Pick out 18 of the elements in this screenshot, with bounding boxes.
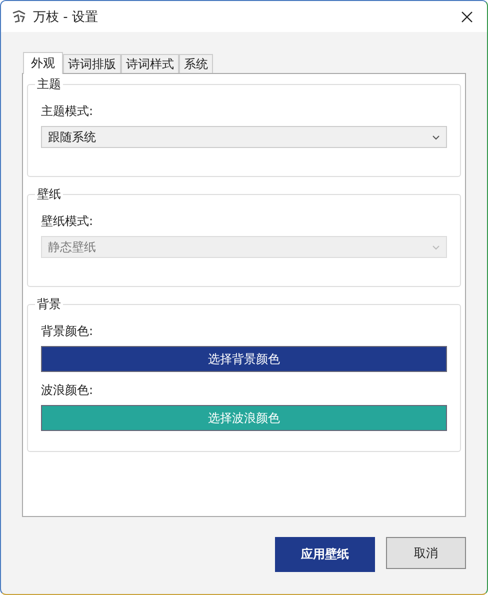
cancel-button[interactable]: 取消 [386,537,466,569]
color-picker-button[interactable]: 选择背景颜色 [41,346,447,372]
app-logo-icon [11,8,27,24]
window-title: 万枝 - 设置 [33,8,99,26]
tab[interactable]: 诗词排版 [63,54,121,73]
tab[interactable]: 外观 [23,52,63,74]
apply-button[interactable]: 应用壁纸 [275,537,375,572]
field-label: 主题模式: [41,103,94,120]
field-label: 壁纸模式: [41,213,94,230]
field-label: 背景颜色: [41,323,94,340]
caret-icon [432,244,440,250]
tab[interactable]: 诗词样式 [121,54,179,73]
close-icon[interactable] [461,10,473,22]
tab[interactable]: 系统 [179,54,213,73]
field-label: 波浪颜色: [41,382,94,399]
group-title: 背景 [35,296,63,313]
caret-icon [432,134,440,140]
dropdown[interactable]: 跟随系统 [41,126,447,148]
